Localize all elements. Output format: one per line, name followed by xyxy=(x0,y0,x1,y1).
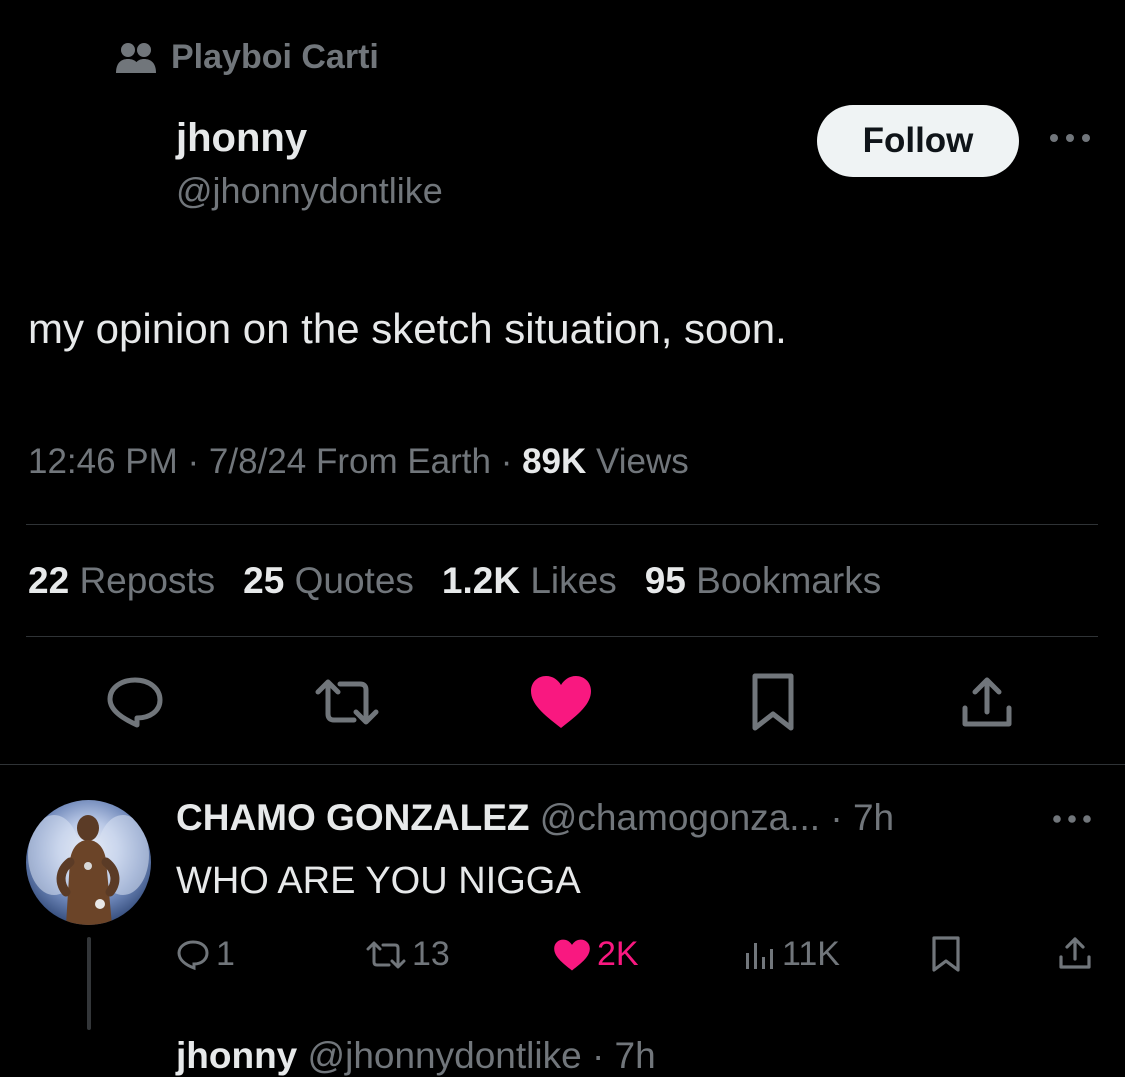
views-label: Views xyxy=(586,442,689,481)
author-name[interactable]: jhonny xyxy=(176,116,307,161)
stat-likes[interactable]: 1.2K Likes xyxy=(442,560,617,602)
tweet-text: my opinion on the sketch situation, soon… xyxy=(28,305,787,352)
like-button[interactable] xyxy=(526,670,596,734)
heart-icon xyxy=(531,676,591,728)
avatar[interactable] xyxy=(26,800,151,925)
repost-icon xyxy=(366,941,406,968)
divider xyxy=(26,524,1098,525)
bookmark-button[interactable] xyxy=(738,670,808,734)
tweet-meta: 12:46 PM · 7/8/24 From Earth · 89K Views xyxy=(28,442,689,482)
community-name: Playboi Carti xyxy=(171,38,379,76)
reply-author-name[interactable]: CHAMO GONZALEZ xyxy=(176,797,530,838)
thread-line xyxy=(87,937,91,1030)
reply-icon xyxy=(177,939,209,970)
repost-icon xyxy=(315,679,379,725)
reply-share-button[interactable] xyxy=(1057,935,1093,971)
repost-count: 13 xyxy=(412,935,450,973)
next-reply-header: jhonny @jhonnydontlike · 7h xyxy=(176,1035,656,1077)
next-reply-handle-time[interactable]: @jhonnydontlike · 7h xyxy=(297,1035,656,1076)
community-context[interactable]: Playboi Carti xyxy=(115,38,379,77)
more-options-icon[interactable] xyxy=(1052,810,1092,833)
share-icon xyxy=(962,677,1012,727)
like-count: 2K xyxy=(597,935,639,973)
reply-text: WHO ARE YOU NIGGA xyxy=(176,860,581,902)
divider xyxy=(0,764,1125,765)
view-count: 11K xyxy=(782,935,840,973)
share-button[interactable] xyxy=(952,670,1022,734)
engagement-stats: 22 Reposts 25 Quotes 1.2K Likes 95 Bookm… xyxy=(28,560,881,602)
reply-header: CHAMO GONZALEZ @chamogonza... · 7h xyxy=(176,797,894,839)
author-handle[interactable]: @jhonnydontlike xyxy=(176,170,443,212)
reply-reply-button[interactable]: 1 xyxy=(176,935,235,974)
repost-button[interactable] xyxy=(312,670,382,734)
bookmark-icon xyxy=(752,673,794,731)
reply-button[interactable] xyxy=(100,670,170,734)
reply-views-button[interactable]: 11K xyxy=(744,935,840,974)
views-count: 89K xyxy=(522,442,587,481)
stat-bookmarks[interactable]: 95 Bookmarks xyxy=(645,560,882,602)
reply-repost-button[interactable]: 13 xyxy=(366,935,450,974)
reply-like-button[interactable]: 2K xyxy=(553,935,639,974)
bookmark-icon xyxy=(932,936,960,972)
reply-icon xyxy=(107,677,163,728)
reply-count: 1 xyxy=(216,935,235,973)
reply-handle-time[interactable]: @chamogonza... · 7h xyxy=(530,797,894,838)
analytics-icon xyxy=(746,942,773,969)
people-icon xyxy=(116,42,156,73)
next-reply-author-name[interactable]: jhonny xyxy=(176,1035,297,1076)
reply-bookmark-button[interactable] xyxy=(930,935,962,973)
follow-button[interactable]: Follow xyxy=(817,105,1019,177)
share-icon xyxy=(1059,937,1091,969)
more-options-icon[interactable] xyxy=(1048,128,1092,153)
timestamp-source[interactable]: 12:46 PM · 7/8/24 From Earth · xyxy=(28,442,522,481)
heart-icon xyxy=(554,939,590,970)
stat-quotes[interactable]: 25 Quotes xyxy=(243,560,414,602)
divider xyxy=(26,636,1098,637)
stat-reposts[interactable]: 22 Reposts xyxy=(28,560,215,602)
